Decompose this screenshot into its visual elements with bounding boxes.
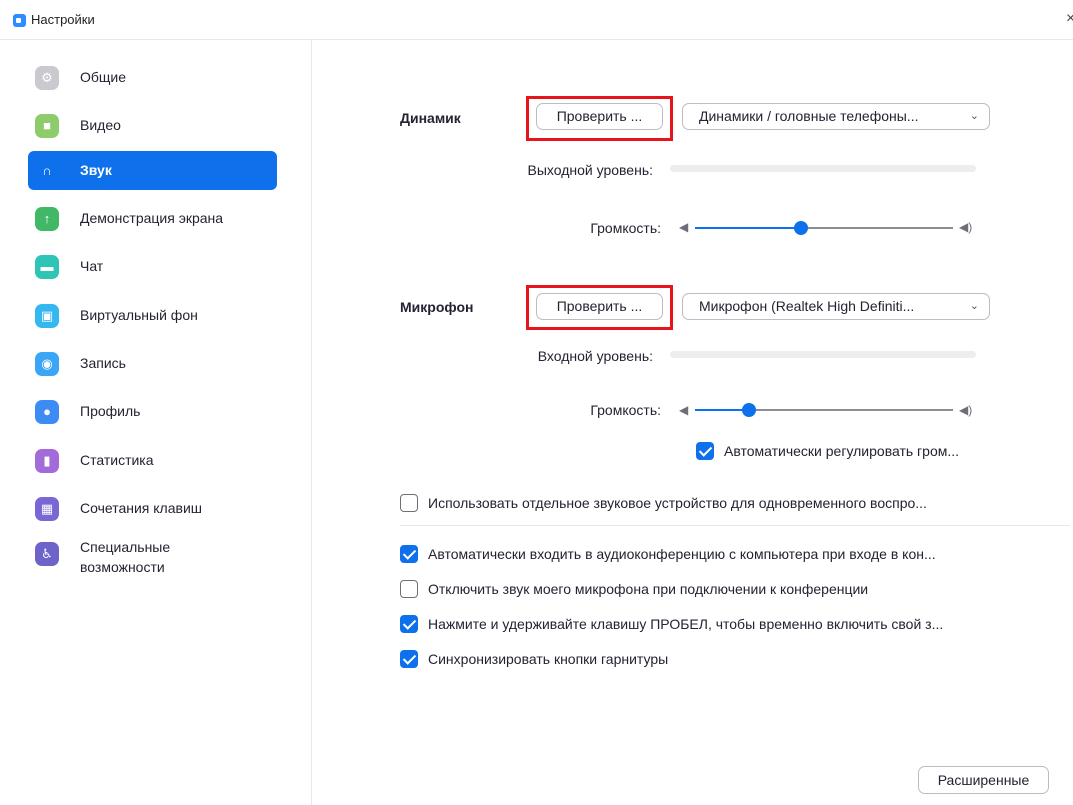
accessibility-icon-glyph: ♿ [41,546,53,561]
gear-icon-glyph: ⚙ [41,70,53,85]
share-screen-icon: ↑ [35,207,59,231]
headphones-icon-glyph: ∩ [42,163,52,178]
sidebar-item-headphones[interactable]: ∩ Звук [28,151,277,190]
sidebar-item-record[interactable]: ◉ Запись [28,344,277,383]
speaker-device-value: Динамики / головные телефоны... [699,108,919,124]
auto-adjust-volume-checkbox[interactable] [696,442,714,460]
volume-high-icon: ◀) [959,403,973,417]
microphone-volume-slider[interactable] [695,400,953,420]
sidebar-item-label: Видео [80,117,121,133]
sidebar-item-statistics[interactable]: ▮ Статистика [28,441,277,480]
microphone-device-value: Микрофон (Realtek High Definiti... [699,298,915,314]
volume-low-icon: ◀ [679,403,689,417]
keyboard-icon: ▦ [35,497,59,521]
chevron-down-icon: ⌄ [969,110,979,122]
space-unmute-label: Нажмите и удерживайте клавишу ПРОБЕЛ, чт… [428,616,944,632]
microphone-test-button[interactable]: Проверить ... [536,293,663,320]
speaker-volume-label: Громкость: [590,220,661,236]
profile-icon: ● [35,400,59,424]
virtual-background-icon: ▣ [35,304,59,328]
statistics-icon: ▮ [35,449,59,473]
sidebar-item-label: Специальные возможности [80,539,171,575]
sidebar-item-profile[interactable]: ● Профиль [28,392,277,431]
sidebar-item-label: Общие [80,69,127,85]
keyboard-icon-glyph: ▦ [40,501,54,516]
headphones-icon: ∩ [35,159,59,183]
separate-device-checkbox[interactable] [400,494,418,512]
sidebar-item-label: Запись [80,355,126,371]
close-icon[interactable]: × [1066,10,1073,28]
auto-join-audio-checkbox[interactable] [400,545,418,563]
accessibility-icon: ♿ [35,542,59,566]
sidebar-item-label: Виртуальный фон [80,307,198,323]
window-title: Настройки [31,12,95,27]
speaker-volume-slider[interactable] [695,218,953,238]
sidebar-item-label: Демонстрация экрана [80,210,224,226]
chat-icon-glyph: ▬ [40,259,54,274]
record-icon-glyph: ◉ [41,356,53,371]
profile-icon-glyph: ● [43,404,51,419]
speaker-device-select[interactable]: Динамики / головные телефоны... ⌄ [682,103,990,130]
sidebar-item-keyboard[interactable]: ▦ Сочетания клавиш [28,489,277,528]
title-bar: Настройки × [0,0,1073,40]
output-level-label: Выходной уровень: [527,162,653,178]
input-level-label: Входной уровень: [537,348,653,364]
chat-icon: ▬ [35,255,59,279]
mute-on-join-label: Отключить звук моего микрофона при подкл… [428,581,869,597]
space-unmute-checkbox[interactable] [400,615,418,633]
sidebar-item-label: Профиль [80,403,141,419]
slider-thumb[interactable] [793,221,808,235]
virtual-background-icon-glyph: ▣ [40,308,54,323]
microphone-device-select[interactable]: Микрофон (Realtek High Definiti... ⌄ [682,293,990,320]
speaker-section-label: Динамик [400,110,461,126]
sidebar-item-label: Статистика [80,452,154,468]
mute-on-join-checkbox[interactable] [400,580,418,598]
volume-low-icon: ◀ [679,220,689,234]
advanced-button[interactable]: Расширенные [918,766,1049,794]
input-level-meter [670,351,976,358]
gear-icon: ⚙ [35,66,59,90]
sidebar-item-label: Сочетания клавиш [80,500,202,516]
video-camera-icon-glyph: ■ [43,118,51,133]
slider-fill [695,227,801,229]
sidebar-item-accessibility[interactable]: ♿ Специальные возможности [28,534,277,575]
settings-sidebar: ⚙ Общие ■ Видео ∩ Звук ↑ Демонстрация экрана ▬ Ча… [0,40,312,805]
sidebar-item-label: Чат [80,258,104,274]
volume-high-icon: ◀) [959,220,973,234]
slider-fill [695,409,750,411]
sidebar-item-chat[interactable]: ▬ Чат [28,247,277,286]
sidebar-item-gear[interactable]: ⚙ Общие [28,58,277,97]
separate-device-label: Использовать отдельное звуковое устройст… [428,495,927,511]
sidebar-item-share-screen[interactable]: ↑ Демонстрация экрана [28,199,277,238]
sidebar-item-label: Звук [80,162,112,178]
record-icon: ◉ [35,352,59,376]
zoom-app-icon [13,14,26,27]
auto-join-audio-label: Автоматически входить в аудиоконференцию… [428,546,936,562]
speaker-test-button[interactable]: Проверить ... [536,103,663,130]
share-screen-icon-glyph: ↑ [43,211,51,226]
statistics-icon-glyph: ▮ [43,453,51,468]
sidebar-item-virtual-background[interactable]: ▣ Виртуальный фон [28,296,277,335]
slider-thumb[interactable] [742,403,757,417]
video-camera-icon: ■ [35,114,59,138]
section-divider [400,525,1070,526]
sync-headset-checkbox[interactable] [400,650,418,668]
microphone-volume-label: Громкость: [590,402,661,418]
microphone-section-label: Микрофон [400,299,474,315]
sync-headset-label: Синхронизировать кнопки гарнитуры [428,651,669,667]
output-level-meter [670,165,976,172]
chevron-down-icon: ⌄ [969,300,979,312]
sidebar-item-video-camera[interactable]: ■ Видео [28,106,277,145]
auto-adjust-volume-label: Автоматически регулировать гром... [724,443,960,459]
